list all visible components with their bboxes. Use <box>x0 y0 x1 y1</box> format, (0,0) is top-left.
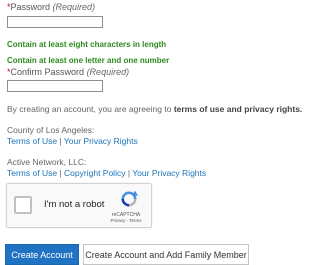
create-account-add-family-button[interactable]: Create Account and Add Family Member <box>83 244 249 265</box>
county-name: County of Los Angeles: <box>7 125 95 135</box>
link-separator: | <box>59 136 62 146</box>
recaptcha-checkbox[interactable] <box>14 196 32 214</box>
recaptcha-footer[interactable]: Privacy - Terms <box>103 218 149 223</box>
agreement-prefix: By creating an account, you are agreeing… <box>7 104 174 114</box>
recaptcha-logo-icon <box>121 190 139 207</box>
confirm-password-input[interactable] <box>7 80 103 92</box>
recaptcha-brand: reCAPTCHA Privacy - Terms <box>103 212 149 223</box>
required-note: (Required) <box>52 2 96 12</box>
active-terms-link[interactable]: Terms of Use <box>7 168 57 178</box>
active-privacy-link[interactable]: Your Privacy Rights <box>132 168 206 178</box>
active-network-links: Terms of Use | Copyright Policy | Your P… <box>7 168 206 178</box>
password-input[interactable] <box>7 16 103 28</box>
create-account-button[interactable]: Create Account <box>5 244 79 265</box>
recaptcha-label: I'm not a robot <box>44 199 105 210</box>
recaptcha-widget: I'm not a robot reCAPTCHA Privacy - Term… <box>6 183 152 228</box>
password-label: *Password (Required) <box>7 2 95 12</box>
agreement-text: By creating an account, you are agreeing… <box>7 104 302 114</box>
county-links: Terms of Use | Your Privacy Rights <box>7 136 138 146</box>
link-separator: | <box>127 168 131 178</box>
hint-letter-number: Contain at least one letter and one numb… <box>7 56 170 65</box>
password-label-text: Password <box>10 2 51 12</box>
confirm-password-label-text: Confirm Password <box>10 67 85 77</box>
hint-length: Contain at least eight characters in len… <box>7 40 167 49</box>
link-separator: | <box>59 168 62 178</box>
agreement-bold: terms of use and privacy rights. <box>173 104 303 114</box>
active-copyright-link[interactable]: Copyright Policy <box>64 168 125 178</box>
county-terms-link[interactable]: Terms of Use <box>7 136 57 146</box>
county-privacy-link[interactable]: Your Privacy Rights <box>64 136 138 146</box>
active-network-name: Active Network, LLC: <box>7 157 87 167</box>
confirm-password-label: *Confirm Password (Required) <box>7 67 129 77</box>
required-note: (Required) <box>86 67 130 77</box>
